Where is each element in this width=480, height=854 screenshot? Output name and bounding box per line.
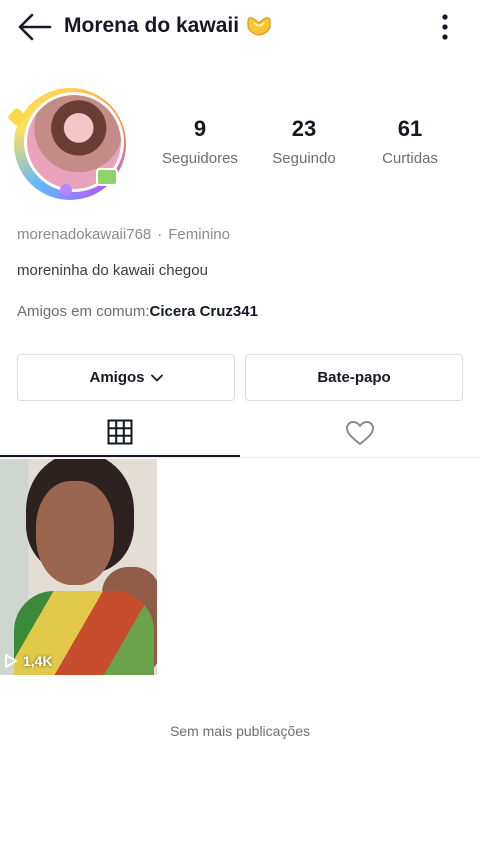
mutual-friends-label: Amigos em comum: — [17, 303, 150, 320]
friends-button-label: Amigos — [89, 369, 145, 386]
views-text: 1,4K — [23, 653, 53, 669]
likes-count: 61 — [397, 116, 423, 141]
profile-bio: moreninha do kawaii chegou — [17, 262, 208, 279]
video-view-count: 1,4K — [4, 653, 53, 669]
profile-stats: 9 Seguidores 23 Seguindo 61 Curtidas — [150, 116, 460, 176]
stat-likes[interactable]: 61 Curtidas — [360, 116, 460, 168]
mutual-friends: Amigos em comum:Cicera Cruz341 — [17, 303, 258, 320]
username: morenadokawaii768 — [17, 226, 152, 243]
back-button[interactable] — [14, 10, 54, 44]
likes-label: Curtidas — [382, 150, 438, 167]
heart-hands-emoji-icon — [245, 15, 273, 37]
followers-count: 9 — [193, 116, 207, 141]
page-title: Morena do kawaii — [64, 14, 273, 38]
grid-icon — [107, 419, 133, 444]
chat-button-label: Bate-papo — [317, 369, 391, 386]
chevron-down-icon — [150, 374, 163, 381]
profile-name: Morena do kawaii — [64, 14, 240, 37]
gender: Feminino — [168, 226, 230, 243]
profile-page: Morena do kawaii 9 Seguidores 23 Seguind… — [0, 0, 480, 854]
followers-label: Seguidores — [162, 150, 238, 167]
heart-icon — [346, 421, 374, 445]
video-person-face — [36, 481, 114, 585]
profile-meta: morenadokawaii768 · Feminino — [17, 226, 230, 243]
following-count: 23 — [291, 116, 317, 141]
vertical-dots-icon — [442, 14, 448, 40]
stat-following[interactable]: 23 Seguindo — [254, 116, 354, 168]
following-label: Seguindo — [272, 150, 336, 167]
video-thumbnail[interactable]: 1,4K — [0, 459, 157, 675]
bubble-decoration — [60, 184, 72, 196]
friends-button[interactable]: Amigos — [17, 354, 235, 401]
content-tabs — [0, 408, 480, 458]
tab-videos[interactable] — [0, 408, 240, 457]
top-bar: Morena do kawaii — [0, 0, 480, 56]
meta-separator: · — [157, 226, 163, 243]
play-icon — [5, 654, 17, 668]
camera-sticker-icon — [96, 168, 118, 186]
chat-button[interactable]: Bate-papo — [245, 354, 463, 401]
stat-followers[interactable]: 9 Seguidores — [150, 116, 250, 168]
no-more-posts: Sem mais publicações — [169, 723, 311, 739]
avatar[interactable] — [7, 88, 132, 200]
arrow-left-icon — [18, 13, 52, 41]
mutual-friend-link[interactable]: Cicera Cruz341 — [150, 303, 258, 320]
tab-liked[interactable] — [240, 408, 480, 458]
more-options-button[interactable] — [430, 10, 460, 44]
